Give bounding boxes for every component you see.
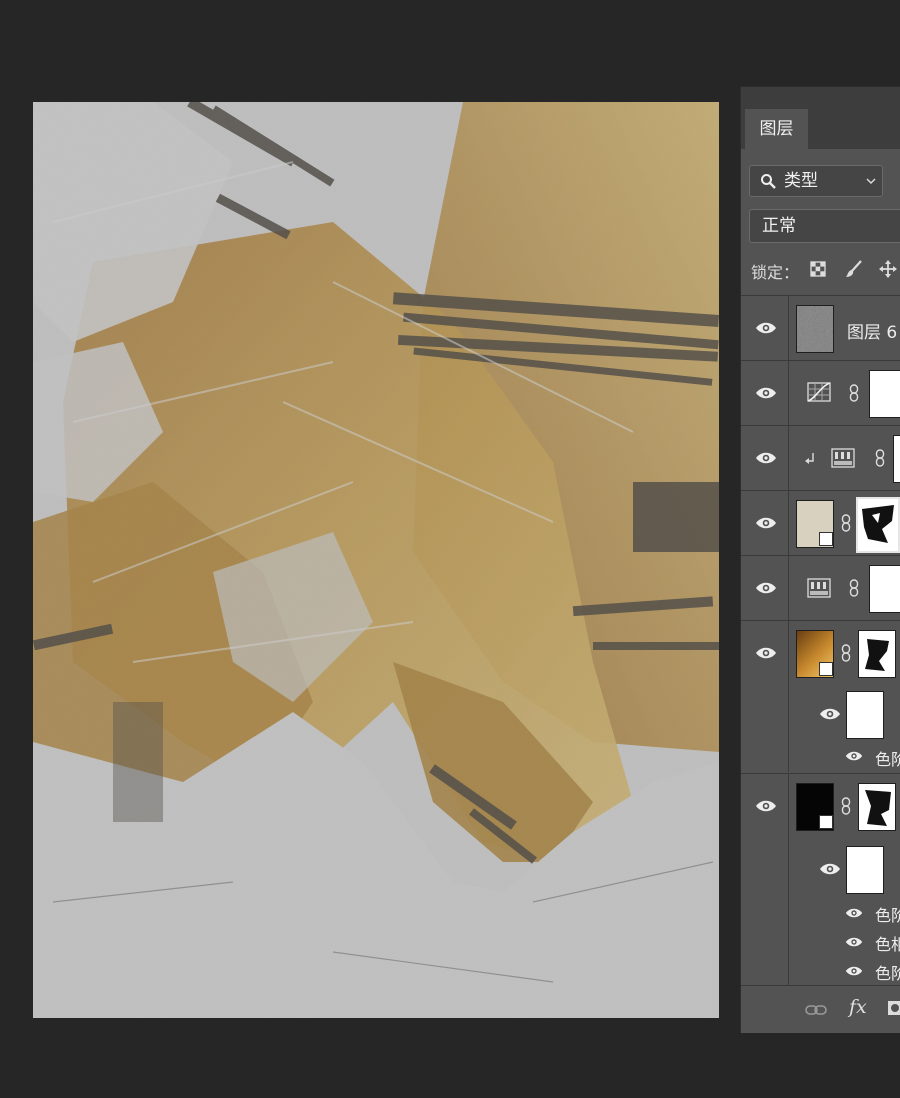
mask-link-icon[interactable]	[875, 449, 885, 467]
layer-mask-thumbnail[interactable]	[869, 565, 900, 613]
blend-mode-label: 正常	[762, 216, 796, 236]
document-canvas[interactable]	[33, 102, 719, 1018]
panel-footer: fx	[741, 985, 900, 1033]
visibility-eye-icon[interactable]	[845, 965, 863, 977]
smart-filter-mask-thumbnail[interactable]	[846, 691, 884, 739]
layer-row[interactable]	[741, 360, 900, 425]
row-divider	[788, 621, 789, 685]
row-divider	[788, 296, 789, 360]
row-divider	[788, 927, 789, 956]
smart-filter-row[interactable]: 色阶	[741, 898, 900, 927]
row-divider	[788, 838, 789, 898]
row-divider	[788, 898, 789, 927]
mask-link-icon[interactable]	[849, 579, 859, 597]
mask-link-icon[interactable]	[841, 797, 851, 815]
smart-filter-name[interactable]: 色阶	[875, 746, 900, 770]
layer-row[interactable]	[741, 620, 900, 685]
smart-filter-name[interactable]: 色相	[875, 931, 900, 955]
layer-mask-thumbnail[interactable]	[858, 783, 896, 831]
smart-object-badge-icon	[819, 815, 833, 829]
visibility-eye-icon[interactable]	[819, 862, 841, 876]
visibility-eye-icon[interactable]	[845, 750, 863, 762]
mask-link-icon[interactable]	[849, 384, 859, 402]
row-divider	[788, 685, 789, 741]
tab-layers[interactable]: 图层	[745, 109, 808, 149]
lock-row: 锁定：	[741, 253, 900, 283]
filter-kind-label: 类型	[784, 171, 818, 191]
lock-position-move-icon[interactable]	[879, 260, 897, 278]
smart-filter-name[interactable]: 色阶	[875, 960, 900, 984]
layer-row[interactable]: 图层 6	[741, 295, 900, 360]
layer-mask-thumbnail[interactable]	[858, 630, 896, 678]
blend-mode-dropdown[interactable]: 正常	[749, 209, 900, 243]
mask-brush-pattern	[865, 790, 891, 826]
smart-filter-mask-thumbnail[interactable]	[846, 846, 884, 894]
noise-texture-image	[797, 306, 833, 352]
curves-adjustment-icon	[807, 382, 831, 402]
visibility-eye-icon[interactable]	[755, 646, 777, 660]
mask-brush-pattern	[865, 639, 889, 671]
layer-mask-thumbnail-selected[interactable]	[856, 497, 900, 553]
row-divider	[788, 491, 789, 555]
layer-row[interactable]	[741, 490, 900, 555]
lock-label: 锁定：	[751, 263, 800, 282]
smart-filter-row[interactable]: 色阶	[741, 956, 900, 985]
gradient-map-adjustment-icon	[807, 578, 831, 598]
panel-tab-bar: 图层	[741, 87, 900, 149]
clipping-arrow-icon	[805, 453, 814, 464]
layer-row[interactable]	[741, 555, 900, 620]
visibility-eye-icon[interactable]	[755, 386, 777, 400]
layer-filter-dropdown[interactable]: 类型	[749, 165, 883, 197]
visibility-eye-icon[interactable]	[819, 707, 841, 721]
search-icon	[761, 174, 776, 189]
smart-object-badge-icon	[819, 662, 833, 676]
gradient-map-adjustment-icon	[831, 448, 855, 468]
visibility-eye-icon[interactable]	[755, 321, 777, 335]
smart-filter-mask-row[interactable]	[741, 685, 900, 741]
layers-panel: 图层 类型 正常 锁定： 图层 6 色 色 色 色 fx	[740, 86, 900, 1033]
fx-icon[interactable]: fx	[849, 996, 867, 1018]
layer-mask-thumbnail[interactable]	[869, 370, 900, 418]
row-divider	[788, 956, 789, 985]
layer-mask-thumbnail[interactable]	[893, 435, 900, 483]
visibility-eye-icon[interactable]	[755, 581, 777, 595]
smart-filter-name[interactable]: 色阶	[875, 902, 900, 926]
chevron-down-icon	[866, 178, 876, 184]
row-divider	[788, 361, 789, 425]
layer-name[interactable]: 图层 6	[847, 318, 897, 343]
visibility-eye-icon[interactable]	[755, 451, 777, 465]
mask-brush-pattern	[862, 505, 894, 543]
row-divider	[788, 741, 789, 772]
row-divider	[788, 774, 789, 838]
link-layers-icon[interactable]	[805, 1004, 827, 1016]
smart-filter-row[interactable]: 色阶	[741, 741, 900, 772]
artwork-gold-brush-strokes	[33, 102, 719, 1018]
visibility-eye-icon[interactable]	[845, 907, 863, 919]
row-divider	[788, 556, 789, 620]
mask-link-icon[interactable]	[841, 514, 851, 532]
visibility-eye-icon[interactable]	[845, 936, 863, 948]
add-mask-icon[interactable]	[887, 1000, 900, 1016]
lock-transparent-pixels-icon[interactable]	[809, 260, 827, 278]
layer-row[interactable]	[741, 773, 900, 838]
mask-link-icon[interactable]	[841, 644, 851, 662]
visibility-eye-icon[interactable]	[755, 516, 777, 530]
smart-filter-row[interactable]: 色相	[741, 927, 900, 956]
layer-row[interactable]	[741, 425, 900, 490]
smart-filter-mask-row[interactable]	[741, 838, 900, 898]
visibility-eye-icon[interactable]	[755, 799, 777, 813]
layer-thumbnail-noise	[796, 305, 834, 353]
smart-object-badge-icon	[819, 532, 833, 546]
row-divider	[788, 426, 789, 490]
lock-image-pixels-brush-icon[interactable]	[845, 260, 863, 278]
